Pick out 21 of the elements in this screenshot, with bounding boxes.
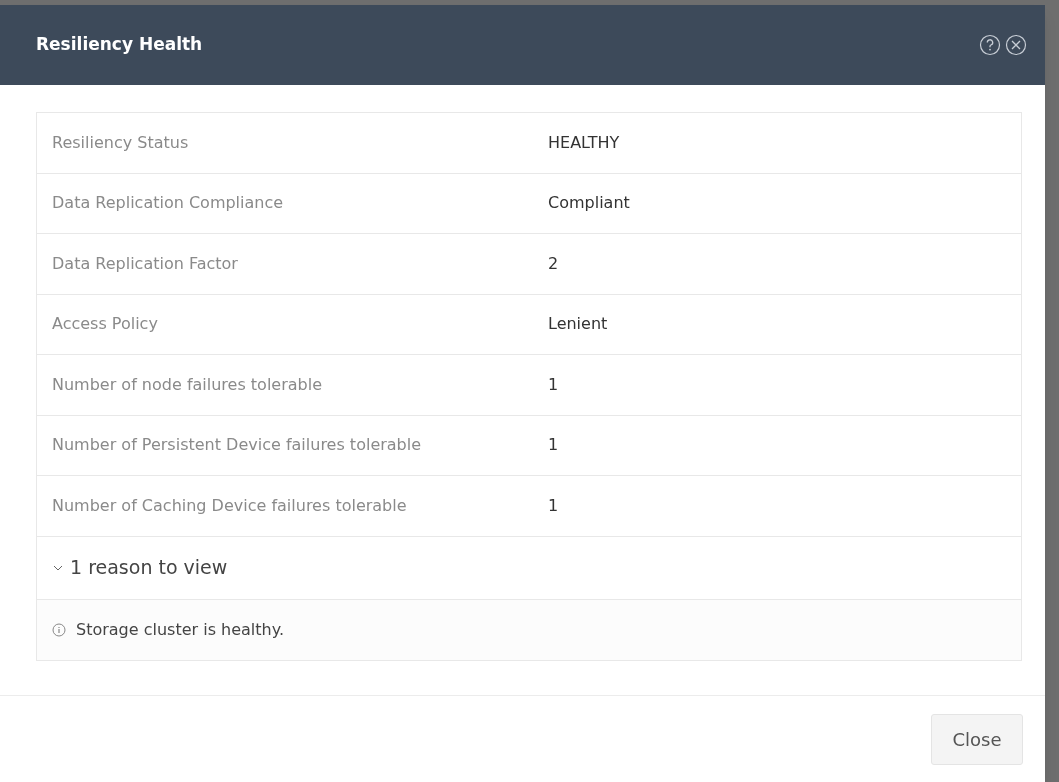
row-label: Number of Caching Device failures tolerable: [51, 494, 408, 517]
row-label: Data Replication Factor: [51, 252, 239, 275]
dialog-title: Resiliency Health: [36, 33, 203, 57]
reason-text: Storage cluster is healthy.: [76, 618, 284, 641]
info-icon: [52, 622, 66, 637]
row-value: Compliant: [548, 192, 630, 215]
row-value: 1: [548, 373, 559, 396]
row-value: 1: [548, 434, 559, 457]
row-value: 1: [548, 494, 559, 517]
row-label: Resiliency Status: [51, 131, 190, 154]
reasons-toggle[interactable]: 1 reason to view: [37, 536, 1021, 600]
row-label: Number of node failures tolerable: [51, 373, 324, 396]
row-value: HEALTHY: [548, 131, 620, 154]
row-value: 2: [548, 252, 559, 275]
row-label: Data Replication Compliance: [51, 192, 285, 215]
close-button[interactable]: Close: [931, 713, 1023, 765]
row-label: Access Policy: [51, 313, 159, 336]
row-value: Lenient: [548, 313, 608, 336]
close-icon[interactable]: [1005, 34, 1027, 56]
row-label: Number of Persistent Device failures tolerable: [51, 434, 423, 457]
help-icon[interactable]: [979, 34, 1001, 56]
